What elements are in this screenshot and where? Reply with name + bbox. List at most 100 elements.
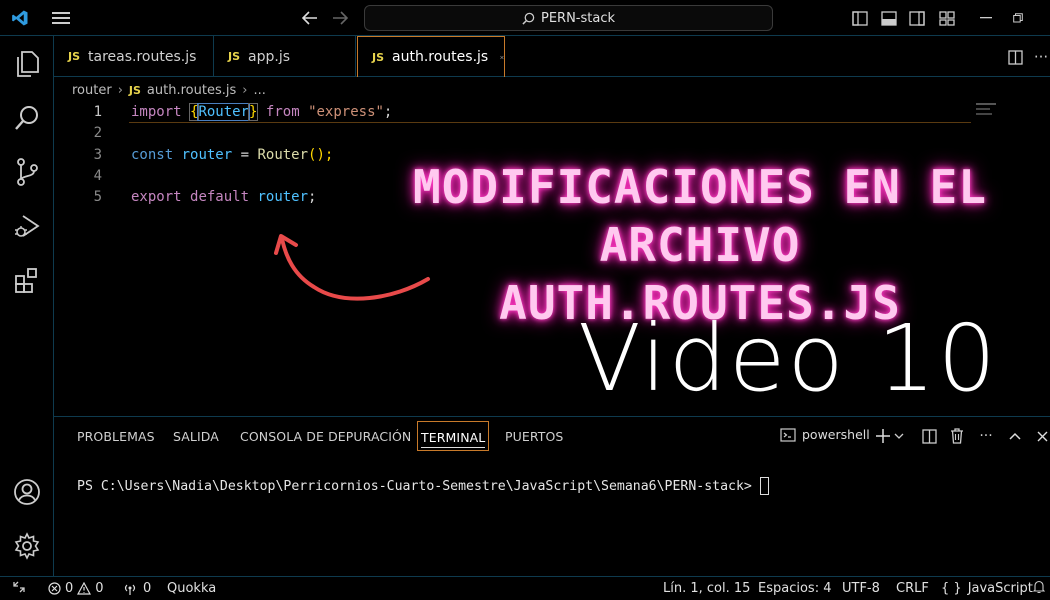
title-bar: PERN-stack — [0, 0, 1050, 36]
explorer-icon[interactable] — [11, 48, 43, 80]
keyword: export — [131, 189, 182, 205]
customize-layout-icon[interactable] — [937, 9, 957, 27]
restore-window-icon[interactable] — [1008, 8, 1028, 28]
keyword: from — [265, 104, 300, 120]
problems-indicator[interactable]: 0 0 — [48, 581, 104, 596]
panel-tab-terminal[interactable]: TERMINAL — [417, 421, 490, 451]
line-number: 4 — [93, 168, 102, 184]
tab-label: app.js — [248, 48, 291, 65]
warning-count: 0 — [95, 581, 104, 596]
breadcrumb-folder[interactable]: router — [72, 83, 112, 98]
identifier: router — [181, 147, 233, 163]
notifications-bell-icon[interactable] — [1032, 580, 1046, 598]
code-line-5: export default router; — [131, 189, 316, 205]
keyword: const — [131, 147, 174, 163]
ports-indicator[interactable]: 0 — [123, 581, 151, 596]
cursor-position[interactable]: Lín. 1, col. 15 — [663, 581, 750, 596]
chevron-down-icon[interactable] — [893, 428, 905, 444]
toggle-panel-icon[interactable] — [879, 9, 899, 27]
js-file-icon: JS — [128, 83, 141, 97]
forward-arrow-icon[interactable] — [330, 8, 350, 28]
settings-gear-icon[interactable] — [11, 530, 43, 562]
js-file-icon: JS — [68, 50, 81, 63]
back-arrow-icon[interactable] — [300, 8, 320, 28]
indentation[interactable]: Espacios: 4 — [758, 581, 831, 596]
identifier: router — [257, 189, 309, 205]
panel-tab-ports[interactable]: PUERTOS — [505, 429, 563, 444]
shell-name: powershell — [802, 427, 870, 442]
panel-tab-terminal-label: TERMINAL — [421, 430, 486, 448]
ports-count: 0 — [143, 581, 152, 596]
toggle-secondary-sidebar-icon[interactable] — [907, 9, 927, 27]
terminal-output[interactable]: PS C:\Users\Nadia\Desktop\Perricornios-C… — [77, 477, 769, 495]
video-title: Video 10 — [578, 305, 999, 412]
panel-tab-problems[interactable]: PROBLEMAS — [77, 429, 155, 444]
bottom-panel: PROBLEMAS SALIDA CONSOLA DE DEPURACIÓN T… — [54, 416, 1050, 576]
tab-auth-routes[interactable]: JS auth.routes.js — [357, 36, 505, 77]
split-terminal-icon[interactable] — [920, 427, 938, 445]
warning-icon — [77, 582, 92, 595]
error-count: 0 — [65, 581, 74, 596]
breadcrumb-more[interactable]: ... — [253, 83, 265, 98]
source-control-icon[interactable] — [11, 156, 43, 188]
close-tab-icon[interactable] — [500, 52, 504, 63]
search-icon — [522, 12, 535, 25]
language-mode[interactable]: { } JavaScript — [941, 581, 1033, 596]
more-actions-icon[interactable]: ··· — [976, 427, 996, 445]
tab-label: tareas.routes.js — [88, 48, 197, 65]
breadcrumb: router › JS auth.routes.js › ... — [54, 78, 1050, 102]
punctuation: ; — [383, 104, 393, 120]
encoding[interactable]: UTF-8 — [842, 581, 880, 596]
extensions-icon[interactable] — [11, 264, 43, 296]
chevron-up-icon[interactable] — [1006, 427, 1024, 445]
operator: = — [232, 147, 258, 163]
line-number: 1 — [93, 104, 102, 120]
chevron-right-icon: › — [117, 82, 123, 98]
panel-tab-output[interactable]: SALIDA — [173, 429, 219, 444]
minimap[interactable] — [976, 102, 1004, 122]
minimize-icon[interactable] — [976, 8, 996, 28]
activity-bar — [0, 36, 54, 576]
line-number: 3 — [93, 147, 102, 163]
toggle-primary-sidebar-icon[interactable] — [850, 9, 870, 27]
panel-tab-debug-console[interactable]: CONSOLA DE DEPURACIÓN — [240, 429, 411, 444]
status-bar: 0 0 0 Quokka Lín. 1, col. 15 Espacios: 4… — [0, 576, 1050, 600]
close-panel-icon[interactable] — [1034, 427, 1050, 445]
neon-title-line-1: MODIFICACIONES EN EL ARCHIVO — [413, 160, 987, 272]
command-center-search[interactable]: PERN-stack — [364, 5, 773, 31]
editor-tab-bar: JS tareas.routes.js JS app.js JS auth.ro… — [54, 36, 1050, 77]
search-sidebar-icon[interactable] — [11, 102, 43, 134]
tab-label: auth.routes.js — [392, 49, 489, 65]
terminal-icon — [780, 427, 796, 442]
js-file-icon: JS — [228, 50, 241, 63]
more-actions-icon[interactable]: ··· — [1032, 48, 1050, 66]
bracket: } — [247, 103, 259, 121]
remote-indicator-icon[interactable] — [12, 580, 26, 598]
split-editor-icon[interactable] — [1006, 48, 1024, 66]
code-line-1: import {Router} from "express"; — [131, 103, 393, 121]
vscode-logo-icon — [10, 8, 30, 28]
identifier: Router — [197, 103, 251, 121]
search-text: PERN-stack — [540, 10, 615, 26]
function-call: Router — [257, 147, 309, 163]
terminal-shell-selector[interactable]: powershell — [780, 427, 870, 442]
trash-icon[interactable] — [948, 427, 966, 445]
line-ending[interactable]: CRLF — [896, 581, 929, 596]
line-number: 5 — [93, 189, 102, 205]
new-terminal-plus-icon[interactable] — [874, 427, 892, 445]
keyword: import — [131, 104, 182, 120]
tab-tareas-routes[interactable]: JS tareas.routes.js — [54, 36, 214, 77]
chevron-right-icon: › — [242, 82, 248, 98]
string: "express" — [308, 104, 384, 120]
tab-app-js[interactable]: JS app.js — [214, 36, 356, 77]
breadcrumb-file[interactable]: auth.routes.js — [147, 83, 236, 98]
punctuation: ; — [308, 189, 317, 205]
run-debug-icon[interactable] — [11, 210, 43, 242]
error-icon — [48, 582, 61, 595]
braces-icon: { } — [941, 581, 962, 596]
quokka-indicator[interactable]: Quokka — [167, 581, 216, 596]
js-file-icon: JS — [372, 50, 385, 64]
menu-icon[interactable] — [50, 8, 72, 28]
broadcast-icon — [124, 584, 136, 595]
accounts-icon[interactable] — [11, 476, 43, 508]
